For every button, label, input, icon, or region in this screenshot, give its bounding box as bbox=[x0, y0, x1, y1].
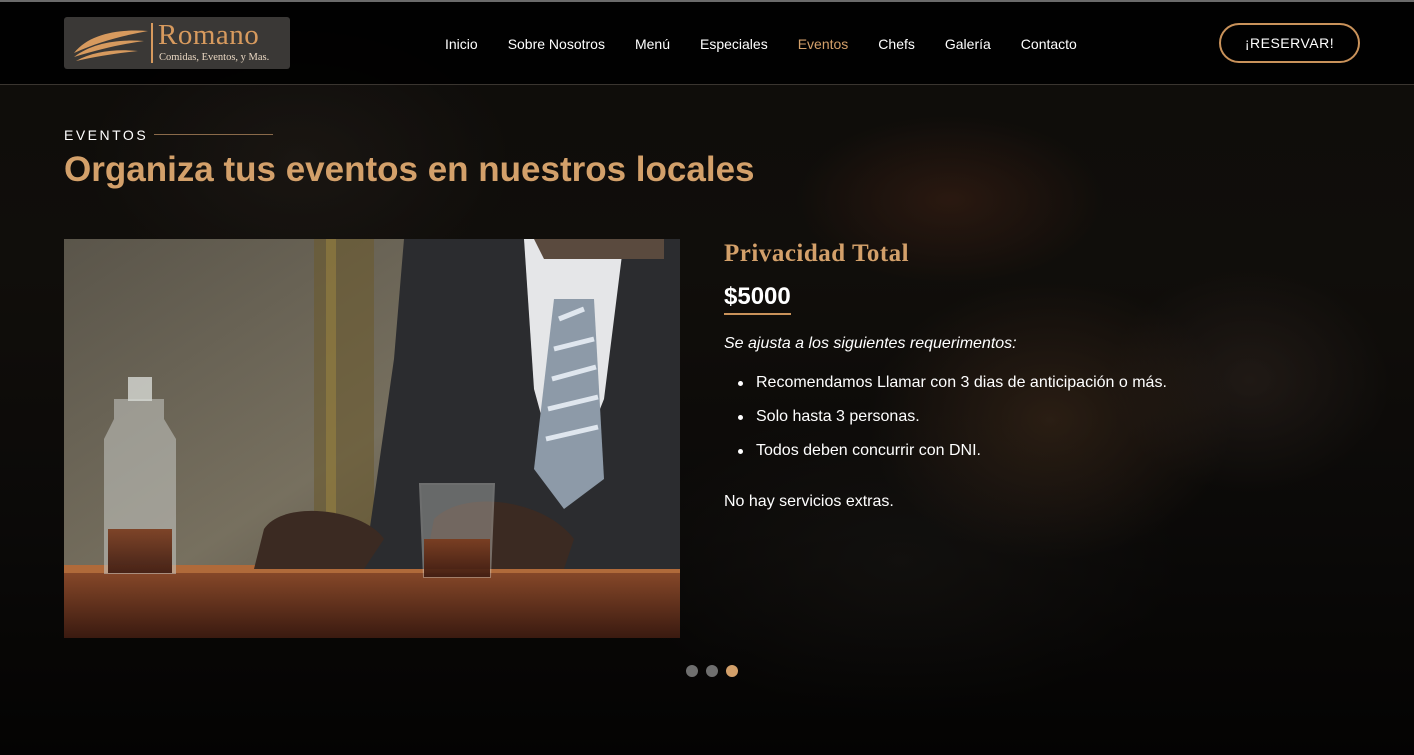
nav-link-chefs[interactable]: Chefs bbox=[878, 36, 915, 52]
extras-note: No hay servicios extras. bbox=[724, 493, 894, 510]
carousel-dot-1[interactable] bbox=[686, 665, 698, 677]
carousel-dot-3[interactable] bbox=[726, 665, 738, 677]
nav-link-contacto[interactable]: Contacto bbox=[1021, 36, 1077, 52]
section-label-rule bbox=[154, 134, 273, 135]
nav-link-eventos[interactable]: Eventos bbox=[798, 36, 849, 52]
logo-divider bbox=[151, 23, 153, 63]
main-nav: Inicio Sobre Nosotros Menú Especiales Ev… bbox=[445, 2, 1107, 85]
event-price: $5000 bbox=[724, 283, 791, 315]
wings-logo-icon bbox=[74, 30, 148, 61]
nav-link-galeria[interactable]: Galería bbox=[945, 36, 991, 52]
event-photo-illustration bbox=[64, 239, 680, 638]
section-label: EVENTOS bbox=[64, 127, 149, 143]
site-header: Romano Comidas, Eventos, y Mas. Inicio S… bbox=[0, 2, 1414, 85]
event-title: Privacidad Total bbox=[724, 240, 910, 267]
reserve-button[interactable]: ¡RESERVAR! bbox=[1219, 23, 1360, 63]
section-title: Organiza tus eventos en nuestros locales bbox=[64, 150, 755, 189]
brand-logo[interactable]: Romano Comidas, Eventos, y Mas. bbox=[64, 17, 290, 69]
carousel-dot-2[interactable] bbox=[706, 665, 718, 677]
brand-name: Romano bbox=[158, 19, 260, 51]
requirement-item: Todos deben concurrir con DNI. bbox=[738, 442, 1167, 476]
requirement-item: Recomendamos Llamar con 3 dias de antici… bbox=[738, 374, 1167, 408]
event-photo bbox=[64, 239, 680, 638]
requirement-item: Solo hasta 3 personas. bbox=[738, 408, 1167, 442]
brand-tagline: Comidas, Eventos, y Mas. bbox=[159, 52, 270, 63]
carousel-pagination bbox=[686, 665, 738, 677]
nav-link-especiales[interactable]: Especiales bbox=[700, 36, 768, 52]
nav-link-sobre-nosotros[interactable]: Sobre Nosotros bbox=[508, 36, 605, 52]
requirements-intro: Se ajusta a los siguientes requerimentos… bbox=[724, 335, 1017, 352]
nav-link-inicio[interactable]: Inicio bbox=[445, 36, 478, 52]
requirements-list: Recomendamos Llamar con 3 dias de antici… bbox=[738, 374, 1167, 476]
nav-link-menu[interactable]: Menú bbox=[635, 36, 670, 52]
